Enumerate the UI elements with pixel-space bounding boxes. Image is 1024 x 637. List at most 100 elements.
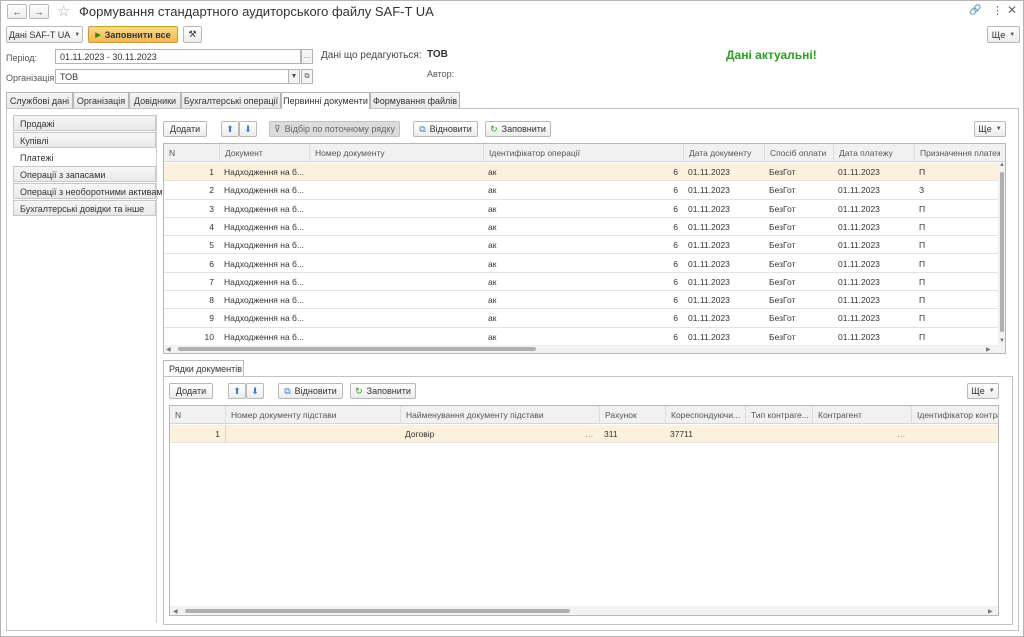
payment-date-cell[interactable]: 01.11.2023 xyxy=(833,328,914,346)
table-row[interactable]: 4 Надходження на б... ак 6 01.11.2023 БезГот 0… xyxy=(164,217,998,237)
doc-number-cell[interactable] xyxy=(309,200,483,218)
doc-number-cell[interactable] xyxy=(309,181,483,199)
payment-date-cell[interactable]: 01.11.2023 xyxy=(833,273,914,291)
payment-date-cell[interactable]: 01.11.2023 xyxy=(833,255,914,273)
period-select-button[interactable]: … xyxy=(301,49,313,64)
column-header[interactable]: Призначення платежу xyxy=(914,144,1000,162)
forward-button[interactable]: → xyxy=(29,4,49,19)
lines-tab[interactable]: Рядки документів xyxy=(163,360,244,376)
operation-id-suffix[interactable]: 6 xyxy=(613,200,683,218)
move-up-button[interactable]: ⬆ xyxy=(221,121,239,137)
sidebar-item-sales[interactable]: Продажі xyxy=(13,115,156,131)
tab-primary-documents[interactable]: Первинні документи xyxy=(281,92,370,109)
operation-id-cell[interactable]: ак xyxy=(483,291,613,309)
payment-date-cell[interactable]: 01.11.2023 xyxy=(833,181,914,199)
payment-purpose-cell[interactable]: П xyxy=(914,328,998,346)
table-row[interactable]: 5 Надходження на б... ак 6 01.11.2023 БезГот 0… xyxy=(164,236,998,255)
link-icon[interactable]: 🔗 xyxy=(969,5,981,16)
column-header[interactable]: Дата платежу xyxy=(833,144,914,162)
operation-id-suffix[interactable]: 6 xyxy=(613,218,683,236)
table-row[interactable]: 1 Надходження на б... ак 6 01.11.2023 БезГот 0… xyxy=(164,163,998,182)
payment-method-cell[interactable]: БезГот xyxy=(764,328,833,346)
table-row[interactable]: 8 Надходження на б... ак 6 01.11.2023 БезГот 0… xyxy=(164,291,998,310)
tab-organization[interactable]: Організація xyxy=(73,92,129,108)
sidebar-item-inventory[interactable]: Операції з запасами xyxy=(13,166,156,182)
doc-date-cell[interactable]: 01.11.2023 xyxy=(683,200,764,218)
restore-button[interactable]: ⧉ Відновити xyxy=(413,121,478,137)
table-row[interactable]: 3 Надходження на б... ак 6 01.11.2023 БезГот 0… xyxy=(164,199,998,218)
column-header[interactable]: Контрагент xyxy=(812,406,911,424)
doc-number-cell[interactable] xyxy=(309,163,483,181)
doc-number-cell[interactable] xyxy=(309,218,483,236)
doc-number-cell[interactable] xyxy=(309,255,483,273)
column-header[interactable]: Номер документу xyxy=(309,144,483,162)
payment-date-cell[interactable]: 01.11.2023 xyxy=(833,291,914,309)
doc-date-cell[interactable]: 01.11.2023 xyxy=(683,255,764,273)
doc-number-cell[interactable] xyxy=(309,236,483,254)
payment-purpose-cell[interactable]: П xyxy=(914,273,998,291)
table-row[interactable]: 2 Надходження на б... ак 6 01.11.2023 БезГот 0… xyxy=(164,181,998,200)
payment-method-cell[interactable]: БезГот xyxy=(764,236,833,254)
document-cell[interactable]: Надходження на б... xyxy=(219,291,309,309)
payment-purpose-cell[interactable]: П xyxy=(914,255,998,273)
tab-accounting-operations[interactable]: Бухгалтерські операції xyxy=(181,92,281,108)
payment-date-cell[interactable]: 01.11.2023 xyxy=(833,236,914,254)
tab-service-data[interactable]: Службові дані xyxy=(6,92,73,108)
organization-open-button[interactable]: ⧉ xyxy=(301,69,313,84)
lines-restore-button[interactable]: ⧉ Відновити xyxy=(278,383,343,399)
operation-id-cell[interactable]: ак xyxy=(483,309,613,327)
payment-date-cell[interactable]: 01.11.2023 xyxy=(833,309,914,327)
payment-method-cell[interactable]: БезГот xyxy=(764,163,833,181)
corr-account-cell[interactable]: 37711 xyxy=(665,425,745,443)
operation-id-cell[interactable]: ак xyxy=(483,163,613,181)
scroll-thumb[interactable] xyxy=(185,609,570,613)
scroll-thumb[interactable] xyxy=(178,347,536,351)
star-icon[interactable]: ☆ xyxy=(57,2,70,20)
operation-id-suffix[interactable]: 6 xyxy=(613,291,683,309)
counterparty-cell[interactable] xyxy=(812,425,902,443)
sidebar-item-accounting-certificates[interactable]: Бухгалтерські довідки та інше xyxy=(13,200,156,216)
operation-id-cell[interactable]: ак xyxy=(483,236,613,254)
payment-purpose-cell[interactable]: П xyxy=(914,236,998,254)
payment-purpose-cell[interactable]: П xyxy=(914,200,998,218)
add-button[interactable]: Додати xyxy=(163,121,207,137)
close-icon[interactable]: ✕ xyxy=(1007,3,1017,17)
scroll-right-icon[interactable]: ▶ xyxy=(986,346,991,353)
scroll-down-icon[interactable]: ▼ xyxy=(999,338,1005,344)
column-header[interactable]: Тип контраге... xyxy=(745,406,812,424)
document-cell[interactable]: Надходження на б... xyxy=(219,328,309,346)
doc-date-cell[interactable]: 01.11.2023 xyxy=(683,291,764,309)
doc-date-cell[interactable]: 01.11.2023 xyxy=(683,273,764,291)
column-header[interactable]: Ідентифікатор операції xyxy=(483,144,683,162)
vertical-scrollbar[interactable]: ▲ ▼ xyxy=(998,162,1005,345)
tab-file-generation[interactable]: Формування файлів xyxy=(370,92,460,108)
operation-id-suffix[interactable]: 6 xyxy=(613,181,683,199)
payment-purpose-cell[interactable]: П xyxy=(914,291,998,309)
doc-date-cell[interactable]: 01.11.2023 xyxy=(683,218,764,236)
doc-date-cell[interactable]: 01.11.2023 xyxy=(683,309,764,327)
basis-doc-select-icon[interactable]: … xyxy=(580,425,599,443)
document-cell[interactable]: Надходження на б... xyxy=(219,309,309,327)
operation-id-suffix[interactable]: 6 xyxy=(613,273,683,291)
lines-fill-button[interactable]: ↻ Заповнити xyxy=(350,383,416,399)
horizontal-scrollbar[interactable]: ◀ ▶ xyxy=(164,345,1005,353)
horizontal-scrollbar[interactable]: ◀ ▶ xyxy=(170,606,998,615)
doc-date-cell[interactable]: 01.11.2023 xyxy=(683,163,764,181)
filter-current-row-button[interactable]: ⊽ Відбір по поточному рядку xyxy=(269,121,400,137)
column-header[interactable]: Дата документу xyxy=(683,144,764,162)
document-cell[interactable]: Надходження на б... xyxy=(219,163,309,181)
move-down-button[interactable]: ⬇ xyxy=(239,121,257,137)
payment-purpose-cell[interactable]: П xyxy=(914,309,998,327)
doc-number-cell[interactable] xyxy=(309,309,483,327)
lines-add-button[interactable]: Додати xyxy=(169,383,213,399)
scroll-right-icon[interactable]: ▶ xyxy=(988,608,993,615)
column-header[interactable]: N xyxy=(164,144,219,162)
document-cell[interactable]: Надходження на б... xyxy=(219,236,309,254)
doc-number-cell[interactable] xyxy=(309,328,483,346)
lines-more-button[interactable]: Ще ▼ xyxy=(967,383,999,399)
operation-id-cell[interactable]: ак xyxy=(483,200,613,218)
operation-id-cell[interactable]: ак xyxy=(483,328,613,346)
fill-button[interactable]: ↻ Заповнити xyxy=(485,121,551,137)
counterparty-type-cell[interactable] xyxy=(745,425,812,443)
payment-method-cell[interactable]: БезГот xyxy=(764,218,833,236)
